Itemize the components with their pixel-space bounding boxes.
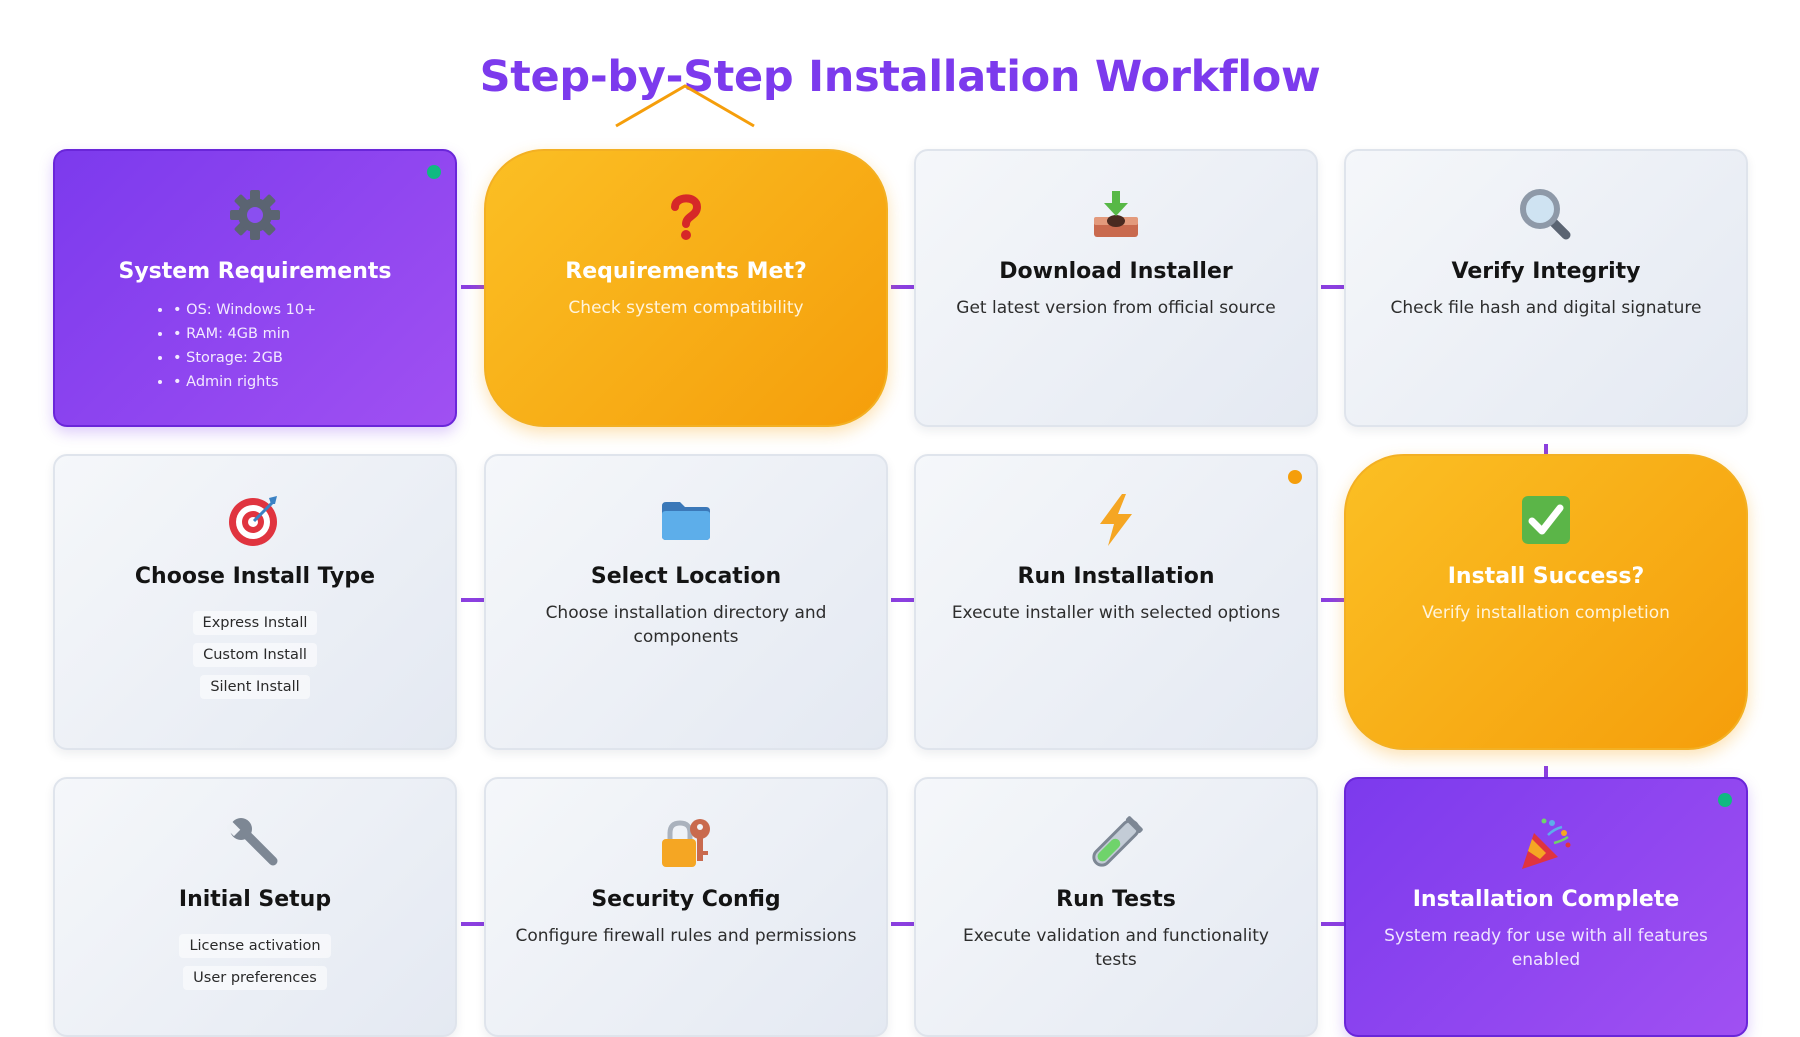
download-inbox-icon [1094, 191, 1138, 237]
connector-9-10 [461, 922, 485, 926]
status-dot [1718, 793, 1732, 807]
step-title: Verify Integrity [1451, 259, 1641, 284]
page-title: Step-by-Step Installation Workflow [479, 52, 1321, 102]
wrench-icon [227, 818, 278, 866]
step-title: Download Installer [999, 259, 1233, 284]
decision-requirements-met[interactable]: Requirements Met? Check system compatibi… [484, 149, 888, 427]
step-description: System ready for use with all features e… [1384, 926, 1708, 970]
step-title: Run Installation [1017, 564, 1215, 589]
step-run-installation[interactable]: Run Installation Execute installer with … [914, 454, 1318, 750]
step-title: Initial Setup [178, 887, 332, 912]
step-system-requirements[interactable]: System Requirements • OS: Windows 10+ • … [53, 149, 457, 427]
option-express-install[interactable]: Express Install [192, 611, 318, 635]
step-security-config[interactable]: Security Config Configure firewall rules… [484, 777, 888, 1037]
status-dot [427, 165, 441, 179]
step-title: Installation Complete [1412, 887, 1680, 912]
connector-3-4 [1321, 285, 1345, 289]
step-run-tests[interactable]: Run Tests Execute validation and functio… [914, 777, 1318, 1037]
lock-key-icon [662, 819, 710, 867]
step-description: Check system compatibility [568, 298, 804, 318]
requirement-item: • OS: Windows 10+ [173, 298, 455, 322]
step-select-location[interactable]: Select Location Choose installation dire… [484, 454, 888, 750]
connector-2-3 [891, 285, 915, 289]
step-title: Choose Install Type [134, 564, 376, 589]
checkmark-icon [1522, 496, 1570, 544]
requirements-list: • OS: Windows 10+ • RAM: 4GB min • Stora… [173, 298, 455, 394]
step-description: Configure firewall rules and permissions [515, 926, 857, 946]
step-title: Requirements Met? [565, 259, 807, 284]
connector-5-6 [461, 598, 485, 602]
install-type-options: Express Install Custom Install Silent In… [55, 603, 455, 699]
folder-icon [662, 502, 710, 540]
option-license-activation[interactable]: License activation [179, 934, 331, 958]
target-icon [229, 496, 277, 546]
step-description: Verify installation completion [1422, 603, 1670, 623]
requirement-item: • RAM: 4GB min [173, 322, 455, 346]
connector-10-11 [891, 922, 915, 926]
requirement-item: • Admin rights [173, 370, 455, 394]
connector-11-12 [1321, 922, 1345, 926]
step-description: Execute installer with selected options [951, 603, 1281, 623]
gear-icon [230, 190, 280, 240]
option-user-preferences[interactable]: User preferences [183, 966, 327, 990]
step-title: Install Success? [1447, 564, 1645, 589]
requirement-item: • Storage: 2GB [173, 346, 455, 370]
step-title: Select Location [590, 564, 782, 589]
step-description: Check file hash and digital signature [1390, 298, 1702, 318]
decision-install-success[interactable]: Install Success? Verify installation com… [1344, 454, 1748, 750]
setup-options: License activation User preferences [55, 926, 455, 990]
option-custom-install[interactable]: Custom Install [193, 643, 317, 667]
connector-7-8 [1321, 598, 1345, 602]
step-description: Execute validation and functionality tes… [963, 926, 1269, 970]
question-mark-icon [671, 194, 702, 240]
test-tube-icon [1092, 816, 1143, 867]
step-description: Get latest version from official source [956, 298, 1276, 318]
step-download-installer[interactable]: Download Installer Get latest version fr… [914, 149, 1318, 427]
connector-6-7 [891, 598, 915, 602]
lightning-icon [1100, 494, 1132, 546]
step-title: Security Config [591, 887, 781, 912]
option-silent-install[interactable]: Silent Install [200, 675, 310, 699]
party-popper-icon [1522, 818, 1571, 869]
status-dot [1288, 470, 1302, 484]
magnifier-icon [1520, 189, 1571, 240]
step-title: System Requirements [118, 259, 392, 284]
title-decoration-chevron [615, 84, 755, 128]
step-installation-complete[interactable]: Installation Complete System ready for u… [1344, 777, 1748, 1037]
step-title: Run Tests [1056, 887, 1176, 912]
step-description: Choose installation directory and compon… [545, 603, 827, 647]
connector-1-2 [461, 285, 485, 289]
step-choose-install-type[interactable]: Choose Install Type Express Install Cust… [53, 454, 457, 750]
step-initial-setup[interactable]: Initial Setup License activation User pr… [53, 777, 457, 1037]
step-verify-integrity[interactable]: Verify Integrity Check file hash and dig… [1344, 149, 1748, 427]
